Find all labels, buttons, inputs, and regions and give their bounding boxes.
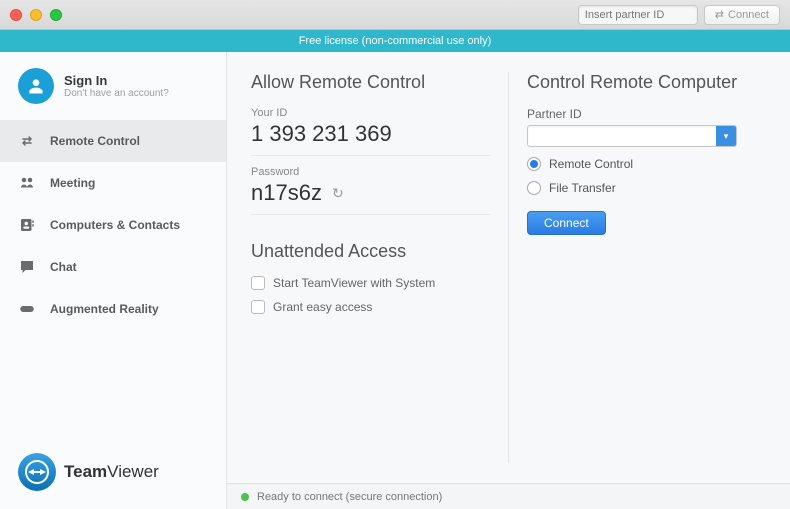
password-value: n17s6z: [251, 180, 322, 206]
partner-id-input[interactable]: [528, 126, 716, 146]
sidebar-item-label: Remote Control: [50, 134, 140, 148]
sidebar-item-computers-contacts[interactable]: Computers & Contacts: [0, 204, 226, 246]
sidebar-item-chat[interactable]: Chat: [0, 246, 226, 288]
close-window-button[interactable]: [10, 9, 22, 21]
sidebar-item-label: Meeting: [50, 176, 95, 190]
sidebar-item-meeting[interactable]: Meeting: [0, 162, 226, 204]
checkbox-label: Start TeamViewer with System: [273, 276, 435, 290]
zoom-window-button[interactable]: [50, 9, 62, 21]
license-banner: Free license (non-commercial use only): [0, 30, 790, 52]
people-icon: [18, 174, 36, 192]
sidebar-item-remote-control[interactable]: ⇄ Remote Control: [0, 120, 226, 162]
status-text: Ready to connect (secure connection): [257, 491, 442, 503]
radio-label: File Transfer: [549, 181, 616, 195]
partner-id-label: Partner ID: [527, 107, 766, 121]
checkbox-icon: [251, 300, 265, 314]
minimize-window-button[interactable]: [30, 9, 42, 21]
dropdown-arrow-icon[interactable]: ▾: [716, 126, 736, 146]
connect-button[interactable]: Connect: [527, 211, 606, 235]
status-indicator-icon: [241, 493, 249, 501]
sidebar-item-label: Chat: [50, 260, 77, 274]
chat-icon: [18, 258, 36, 276]
unattended-heading: Unattended Access: [251, 241, 490, 262]
traffic-lights: [10, 9, 62, 21]
swap-icon: ⇄: [18, 132, 36, 150]
grant-easy-access-checkbox-row[interactable]: Grant easy access: [251, 300, 490, 314]
radio-label: Remote Control: [549, 157, 633, 171]
checkbox-icon: [251, 276, 265, 290]
window-titlebar: ⇄ Connect: [0, 0, 790, 30]
avatar-icon: [18, 68, 54, 104]
radio-icon: [527, 157, 541, 171]
sidebar: Sign In Don't have an account? ⇄ Remote …: [0, 52, 227, 509]
brand-text: TeamViewer: [64, 462, 159, 482]
password-label: Password: [251, 166, 490, 178]
allow-heading: Allow Remote Control: [251, 72, 490, 93]
contacts-icon: [18, 216, 36, 234]
your-id-value: 1 393 231 369: [251, 119, 490, 156]
partner-id-combo[interactable]: ▾: [527, 125, 737, 147]
radio-icon: [527, 181, 541, 195]
teamviewer-logo-icon: [18, 453, 56, 491]
sidebar-item-label: Computers & Contacts: [50, 218, 180, 232]
sidebar-item-augmented-reality[interactable]: Augmented Reality: [0, 288, 226, 330]
signin-block[interactable]: Sign In Don't have an account?: [0, 52, 226, 120]
your-id-label: Your ID: [251, 107, 490, 119]
mode-remote-control-radio[interactable]: Remote Control: [527, 157, 766, 171]
ar-icon: [18, 300, 36, 318]
signin-subtitle: Don't have an account?: [64, 88, 169, 99]
sidebar-item-label: Augmented Reality: [50, 302, 159, 316]
signin-title: Sign In: [64, 73, 169, 88]
status-bar: Ready to connect (secure connection): [227, 483, 790, 509]
start-with-system-checkbox-row[interactable]: Start TeamViewer with System: [251, 276, 490, 290]
checkbox-label: Grant easy access: [273, 300, 372, 314]
refresh-password-icon[interactable]: ↻: [332, 185, 344, 202]
titlebar-partner-id-input[interactable]: [578, 5, 698, 25]
mode-file-transfer-radio[interactable]: File Transfer: [527, 181, 766, 195]
control-heading: Control Remote Computer: [527, 72, 766, 93]
titlebar-connect-label: Connect: [728, 9, 769, 21]
titlebar-connect-button[interactable]: ⇄ Connect: [704, 5, 780, 25]
swap-icon: ⇄: [715, 8, 724, 21]
brand-logo: TeamViewer: [0, 435, 226, 509]
